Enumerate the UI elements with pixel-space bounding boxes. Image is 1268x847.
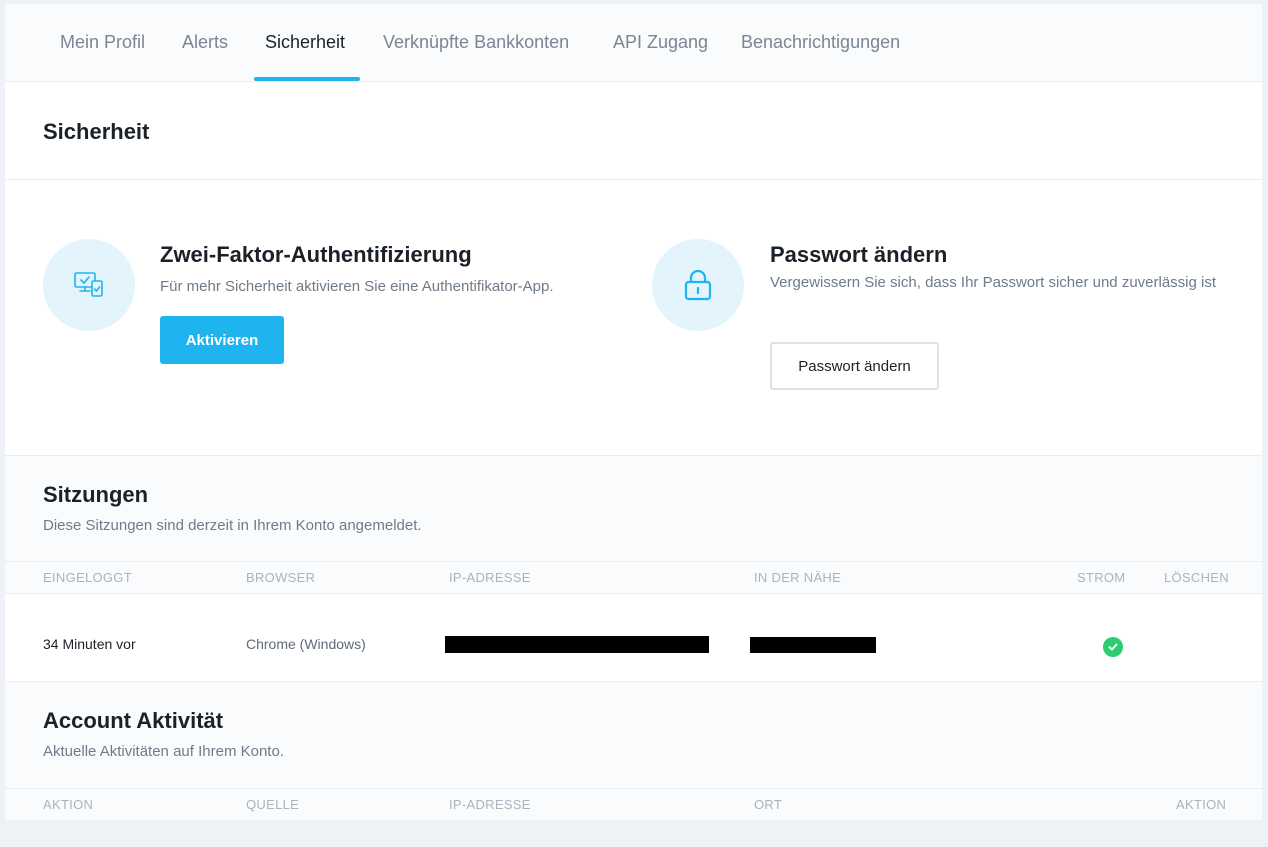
col-eingeloggt: EINGELOGGT	[43, 570, 132, 585]
sessions-subtitle: Diese Sitzungen sind derzeit in Ihrem Ko…	[43, 517, 422, 534]
settings-tabs: Mein Profil Alerts Sicherheit Verknüpfte…	[5, 4, 1262, 82]
activity-section: Account Aktivität Aktuelle Aktivitäten a…	[5, 681, 1262, 820]
two-factor-description: Für mehr Sicherheit aktivieren Sie eine …	[160, 278, 554, 295]
change-password-button[interactable]: Passwort ändern	[770, 342, 939, 390]
col-aktion: AKTION	[43, 797, 94, 812]
activity-title: Account Aktivität	[43, 708, 224, 733]
col-aktion-right: AKTION	[1176, 797, 1227, 812]
password-title: Passwort ändern	[770, 242, 948, 267]
active-tab-indicator	[254, 77, 360, 81]
session-ip-redacted	[445, 636, 709, 653]
col-browser: BROWSER	[246, 570, 316, 585]
page-title: Sicherheit	[43, 119, 150, 144]
col-quelle: QUELLE	[246, 797, 300, 812]
col-ip-adresse: IP-ADRESSE	[449, 570, 531, 585]
col-strom: STROM	[1077, 570, 1126, 585]
col-ip-adresse: IP-ADRESSE	[449, 797, 531, 812]
tab-benachrichtigungen[interactable]: Benachrichtigungen	[741, 4, 900, 82]
current-session-check-icon	[1103, 637, 1123, 657]
session-logged-in: 34 Minuten vor	[43, 636, 136, 652]
password-section: Passwort ändern Vergewissern Sie sich, d…	[625, 180, 1262, 455]
tab-api-zugang[interactable]: API Zugang	[613, 4, 708, 82]
sessions-section: Sitzungen Diese Sitzungen sind derzeit i…	[5, 455, 1262, 682]
two-factor-title: Zwei-Faktor-Authentifizierung	[160, 242, 472, 267]
table-row: 34 Minuten vor Chrome (Windows)	[5, 594, 1262, 682]
col-in-der-naehe: IN DER NÄHE	[754, 570, 842, 585]
sessions-title: Sitzungen	[43, 482, 149, 507]
security-header: Sicherheit	[5, 82, 1262, 180]
lock-icon	[684, 269, 712, 301]
password-icon-circle	[652, 239, 744, 331]
col-ort: ORT	[754, 797, 783, 812]
col-loeschen: LÖSCHEN	[1164, 570, 1229, 585]
tab-sicherheit[interactable]: Sicherheit	[265, 4, 345, 82]
tab-mein-profil[interactable]: Mein Profil	[60, 4, 145, 82]
sessions-table-header: EINGELOGGT BROWSER IP-ADRESSE IN DER NÄH…	[5, 561, 1262, 594]
two-factor-icon-circle	[43, 239, 135, 331]
activity-table-header: AKTION QUELLE IP-ADRESSE ORT AKTION	[5, 788, 1262, 820]
session-location-redacted	[750, 637, 876, 653]
settings-card: Mein Profil Alerts Sicherheit Verknüpfte…	[5, 4, 1262, 820]
session-browser: Chrome (Windows)	[246, 636, 366, 652]
device-check-icon	[74, 272, 103, 297]
password-description: Vergewissern Sie sich, dass Ihr Passwort…	[770, 274, 1217, 291]
activity-subtitle: Aktuelle Aktivitäten auf Ihrem Konto.	[43, 743, 284, 760]
tab-alerts[interactable]: Alerts	[182, 4, 228, 82]
tab-verknuepfte-bankkonten[interactable]: Verknüpfte Bankkonten	[383, 4, 569, 82]
activate-button[interactable]: Aktivieren	[160, 316, 284, 364]
two-factor-section: Zwei-Faktor-Authentifizierung Für mehr S…	[5, 180, 625, 455]
